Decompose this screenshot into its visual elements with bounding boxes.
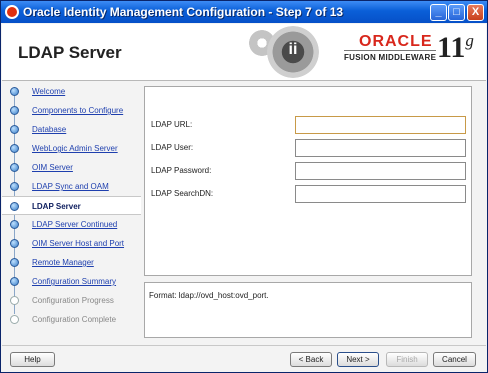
nav-step-weblogic-admin-server[interactable]: WebLogic Admin Server bbox=[2, 139, 141, 158]
version-label: 11g bbox=[437, 31, 474, 65]
step-status-icon bbox=[10, 202, 19, 211]
cancel-button[interactable]: Cancel bbox=[433, 352, 476, 367]
oracle-logo: ORACLE bbox=[359, 33, 433, 50]
nav-step-configuration-complete: Configuration Complete bbox=[2, 310, 141, 329]
step-status-icon bbox=[10, 163, 19, 172]
nav-step-label: Welcome bbox=[32, 87, 66, 96]
nav-step-oim-server-host-and-port[interactable]: OIM Server Host and Port bbox=[2, 234, 141, 253]
ldap-user-label: LDAP User: bbox=[151, 143, 194, 152]
window-title: Oracle Identity Management Configuration… bbox=[23, 5, 344, 19]
step-status-icon bbox=[10, 296, 19, 305]
nav-step-configuration-progress: Configuration Progress bbox=[2, 291, 141, 310]
nav-step-ldap-server-continued[interactable]: LDAP Server Continued bbox=[2, 215, 141, 234]
format-hint-panel: Format: ldap://ovd_host:ovd_port. bbox=[144, 282, 472, 338]
step-status-icon bbox=[10, 239, 19, 248]
back-button[interactable]: < Back bbox=[290, 352, 332, 367]
ldap-url-label: LDAP URL: bbox=[151, 120, 193, 129]
nav-step-label: Configuration Progress bbox=[32, 296, 114, 305]
step-status-icon bbox=[10, 315, 19, 324]
page-title: LDAP Server bbox=[18, 43, 122, 62]
help-button[interactable]: Help bbox=[10, 352, 55, 367]
fusion-middleware-label: FUSION MIDDLEWARE bbox=[344, 53, 437, 62]
step-status-icon bbox=[10, 277, 19, 286]
nav-step-ldap-sync-and-oam[interactable]: LDAP Sync and OAM bbox=[2, 177, 141, 196]
gear-logo-letter: ii bbox=[288, 41, 298, 58]
nav-step-label: Components to Configure bbox=[32, 106, 124, 115]
nav-step-label: WebLogic Admin Server bbox=[32, 144, 118, 153]
title-bar[interactable]: Oracle Identity Management Configuration… bbox=[1, 1, 487, 23]
nav-step-welcome[interactable]: Welcome bbox=[2, 82, 141, 101]
button-bar: Help < Back Next > Finish Cancel bbox=[2, 345, 486, 372]
nav-step-database[interactable]: Database bbox=[2, 120, 141, 139]
version-number: 11 bbox=[437, 31, 466, 64]
nav-step-label: LDAP Sync and OAM bbox=[32, 182, 109, 191]
nav-step-label: Configuration Complete bbox=[32, 315, 117, 324]
page-header: LDAP Server ii ORACLE FUSION MIDDLEWARE … bbox=[2, 24, 486, 81]
nav-step-configuration-summary[interactable]: Configuration Summary bbox=[2, 272, 141, 291]
nav-step-components-to-configure[interactable]: Components to Configure bbox=[2, 101, 141, 120]
step-status-icon bbox=[10, 106, 19, 115]
minimize-button[interactable]: _ bbox=[430, 4, 447, 21]
installer-window: Oracle Identity Management Configuration… bbox=[0, 0, 488, 373]
nav-step-label: Remote Manager bbox=[32, 258, 94, 267]
maximize-button[interactable]: □ bbox=[448, 4, 465, 21]
oracle-app-icon bbox=[5, 5, 19, 19]
version-suffix: g bbox=[465, 31, 474, 50]
nav-step-label: Database bbox=[32, 125, 67, 134]
logo-divider bbox=[344, 50, 436, 51]
nav-step-label: LDAP Server bbox=[32, 202, 81, 211]
ldap-url-input[interactable] bbox=[295, 116, 466, 134]
format-hint-text: Format: ldap://ovd_host:ovd_port. bbox=[149, 291, 269, 300]
step-status-icon bbox=[10, 258, 19, 267]
content-scrollbar[interactable] bbox=[476, 86, 485, 339]
nav-step-label: OIM Server Host and Port bbox=[32, 239, 125, 248]
next-button[interactable]: Next > bbox=[337, 352, 379, 367]
ldap-form-panel: LDAP URL: LDAP User: LDAP Password: LDAP… bbox=[144, 86, 472, 276]
finish-button[interactable]: Finish bbox=[386, 352, 428, 367]
nav-step-label: LDAP Server Continued bbox=[32, 220, 118, 229]
step-status-icon bbox=[10, 220, 19, 229]
step-status-icon bbox=[10, 87, 19, 96]
nav-step-label: OIM Server bbox=[32, 163, 73, 172]
nav-step-ldap-server[interactable]: LDAP Server bbox=[2, 196, 141, 215]
step-status-icon bbox=[10, 125, 19, 134]
ldap-password-label: LDAP Password: bbox=[151, 166, 212, 175]
ldap-user-input[interactable] bbox=[295, 139, 466, 157]
step-navigator: Welcome Components to Configure Database We… bbox=[2, 82, 141, 344]
nav-step-oim-server[interactable]: OIM Server bbox=[2, 158, 141, 177]
ldap-password-input[interactable] bbox=[295, 162, 466, 180]
nav-step-label: Configuration Summary bbox=[32, 277, 117, 286]
ldap-search-dn-input[interactable] bbox=[295, 185, 466, 203]
step-status-icon bbox=[10, 182, 19, 191]
ldap-search-dn-label: LDAP SearchDN: bbox=[151, 189, 214, 198]
nav-step-remote-manager[interactable]: Remote Manager bbox=[2, 253, 141, 272]
step-status-icon bbox=[10, 144, 19, 153]
close-button[interactable]: X bbox=[467, 4, 484, 21]
